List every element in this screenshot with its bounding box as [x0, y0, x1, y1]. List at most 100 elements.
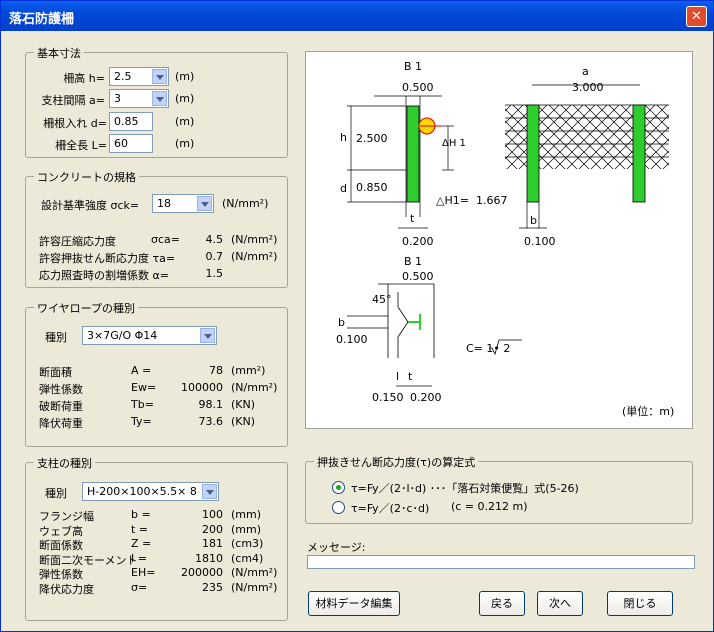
height-select[interactable]: 2.5 [109, 67, 169, 86]
diag-d-val: 0.850 [356, 181, 388, 194]
post-row-value: 200000 [181, 566, 223, 580]
interval-select[interactable]: 3 [109, 89, 169, 108]
chevron-down-icon[interactable] [197, 196, 212, 211]
post-row-label: 弾性係数 [39, 568, 83, 582]
diag-l-val: 0.150 [372, 391, 404, 404]
post-row-unit: (N/mm²) [231, 566, 278, 580]
chevron-down-icon[interactable] [152, 69, 167, 84]
height-unit: (m) [175, 70, 195, 83]
diag-b1-2-val: 0.500 [402, 270, 434, 283]
wire-row-label: 破断荷重 [39, 400, 83, 413]
wire-legend: ワイヤロープの種別 [34, 300, 139, 316]
dialog-window: 落石防護柵 ✕ 基本寸法 柵高 h= 2.5 (m) 支柱間隔 a= 3 (m)… [0, 0, 714, 632]
diag-a: a [582, 65, 589, 78]
message-field [307, 555, 695, 569]
wire-row-value: 98.1 [198, 398, 224, 411]
post-row-value: 200 [202, 522, 223, 536]
compress-sym: σca= [151, 233, 180, 246]
diag-h: h [340, 131, 347, 144]
diag-a-val: 3.000 [572, 81, 604, 94]
chevron-down-icon[interactable] [202, 484, 217, 499]
formula-opt1-radio[interactable] [332, 481, 345, 494]
wire-row-label: 弾性係数 [39, 383, 83, 396]
post-row-unit: (N/mm²) [231, 581, 278, 594]
post-row-unit: (cm4) [231, 551, 264, 565]
post-row-value: 100 [202, 508, 223, 521]
formula-opt2-radio[interactable] [332, 501, 345, 514]
post-row-symbol: σ= [131, 581, 148, 594]
diag-dh1: ΔH 1 [442, 138, 466, 149]
close-button[interactable]: 閉じる [607, 591, 673, 616]
shear-value: 0.7 [205, 250, 224, 263]
formula-c-value: (c = 0.212 m) [451, 500, 528, 513]
wire-row-unit: (KN) [231, 398, 256, 411]
diag-dh1-eq: △H1= [436, 194, 469, 207]
wire-row-symbol: A = [131, 364, 152, 377]
wire-row-value: 100000 [181, 381, 223, 394]
post-type-label: 種別 [45, 487, 67, 500]
interval-value: 3 [114, 92, 121, 105]
compress-unit: (N/mm²) [231, 233, 278, 246]
wire-row-unit: (mm²) [231, 364, 266, 377]
length-label: 柵全長 L= [55, 139, 107, 152]
formula-legend: 押抜きせん断応力度(τ)の算定式 [314, 454, 479, 470]
factor-label: 応力照査時の割増係数 α= [39, 269, 169, 282]
wire-row-label: 断面積 [39, 366, 72, 379]
back-button[interactable]: 戻る [479, 591, 525, 616]
post-row-symbol: EH= [131, 566, 156, 580]
formula-opt2-label[interactable]: τ=Fy／(2･c･d) [351, 500, 429, 516]
diag-t2-val: 0.200 [410, 391, 442, 404]
wire-row-symbol: Ty= [131, 415, 152, 428]
compress-value: 4.5 [205, 233, 224, 246]
length-input[interactable]: 60 [109, 134, 153, 153]
wire-type-select[interactable]: 3×7G/O Φ14 [82, 326, 217, 345]
shear-label: 許容押抜せん断応力度 τa= [39, 252, 176, 265]
diag-b2-val: 0.100 [336, 333, 368, 346]
basic-legend: 基本寸法 [34, 45, 84, 61]
wire-row-value: 78 [209, 364, 223, 377]
diag-b1-val: 0.500 [402, 81, 434, 94]
strength-select[interactable]: 18 [152, 194, 214, 213]
close-window-button[interactable]: ✕ [686, 6, 707, 27]
wire-row-symbol: Ew= [131, 381, 157, 394]
diag-b: b [530, 214, 537, 227]
compress-label: 許容圧縮応力度 [39, 235, 116, 248]
window-title: 落石防護柵 [9, 12, 75, 27]
post-row-symbol: Z = [131, 537, 152, 551]
height-value: 2.5 [114, 70, 132, 83]
post-row-unit: (mm) [231, 508, 262, 521]
embed-input[interactable]: 0.85 [109, 112, 153, 131]
chevron-down-icon[interactable] [200, 328, 215, 343]
post-row-symbol: b = [131, 508, 151, 521]
diag-h-val: 2.500 [356, 132, 388, 145]
post-row-symbol: t = [131, 522, 149, 536]
diag-t2: t [408, 370, 413, 383]
diag-d: d [340, 182, 347, 195]
post-row-unit: (cm3) [231, 537, 264, 551]
post-type-select[interactable]: H-200×100×5.5× 8 [82, 482, 219, 501]
diag-b1-2: B 1 [404, 255, 423, 268]
wire-row-value: 73.6 [198, 415, 224, 428]
diag-b1: B 1 [404, 60, 423, 73]
interval-label: 支柱間隔 a= [41, 94, 105, 107]
post-legend: 支柱の種別 [34, 455, 95, 471]
post-row-symbol: I = [131, 551, 147, 565]
diag-t-val: 0.200 [402, 235, 434, 248]
post-row-label: ウェブ高 [39, 524, 83, 538]
chevron-down-icon[interactable] [152, 91, 167, 106]
fence-diagram [347, 84, 669, 387]
diag-b2: b [338, 316, 345, 329]
material-edit-button[interactable]: 材料データ編集 [308, 591, 400, 616]
formula-opt1-label[interactable]: τ=Fy／(2･l･d) ･･･「落石対策便覧」式(5-26) [351, 480, 579, 496]
length-unit: (m) [175, 137, 195, 150]
next-button[interactable]: 次へ [537, 591, 583, 616]
strength-unit: (N/mm²) [222, 197, 269, 210]
diagram-panel: B 1 0.500 h 2.500 d 0.850 ΔH 1 △H1= 1.66… [305, 51, 693, 429]
post-row-label: 降伏応力度 [39, 583, 94, 596]
strength-label: 設計基準強度 σck= [41, 199, 140, 212]
post-row-value: 235 [202, 581, 223, 594]
post-row-value: 1810 [195, 551, 223, 565]
wire-type-value: 3×7G/O Φ14 [87, 329, 158, 342]
diag-l: l [396, 370, 400, 383]
factor-value: 1.5 [205, 267, 224, 280]
